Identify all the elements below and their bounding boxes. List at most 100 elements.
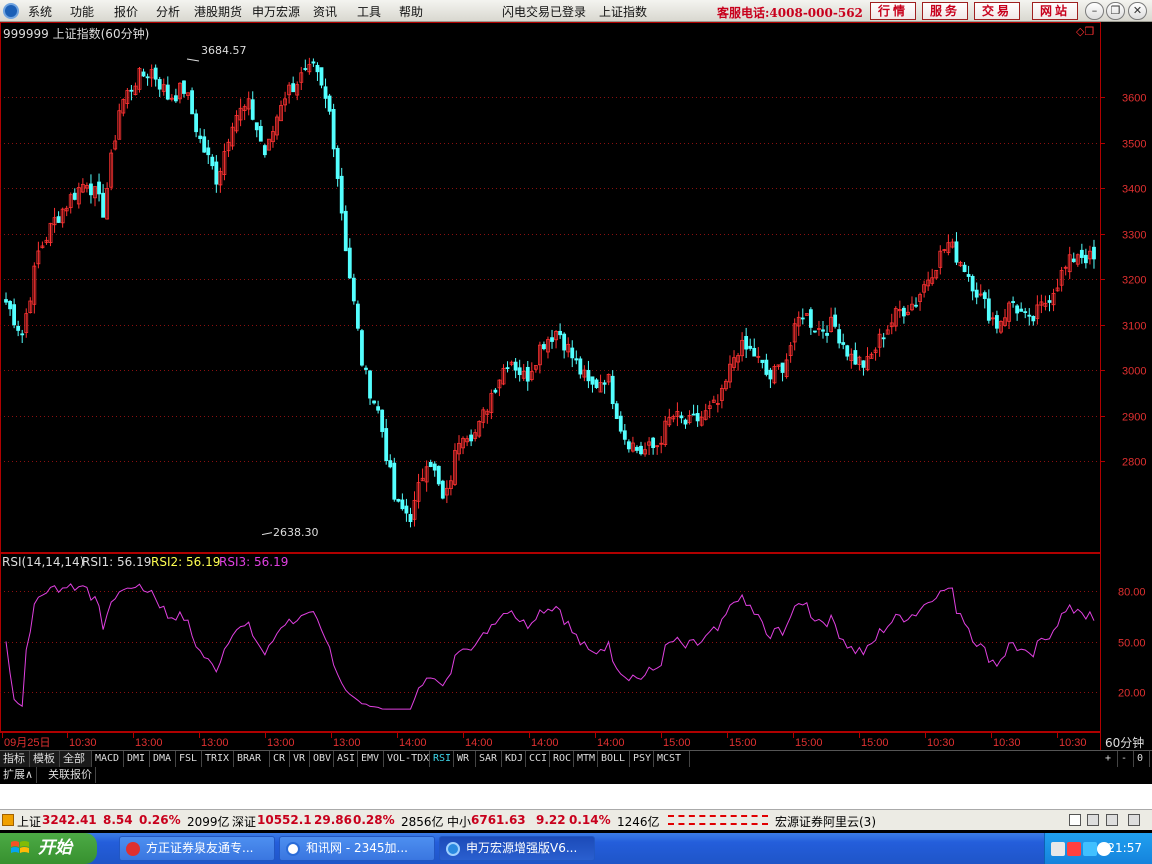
indicator-tab-cci[interactable]: CCI <box>526 751 550 767</box>
menu-shenwan[interactable]: 申万宏源 <box>252 3 300 20</box>
indicator-tab-trix[interactable]: TRIX <box>202 751 234 767</box>
task-hexun[interactable]: 和讯网 - 2345加... <box>279 836 435 861</box>
tray-app-icon[interactable] <box>1051 842 1065 856</box>
nav-market-button[interactable]: 行情 <box>870 2 916 20</box>
restore-button[interactable]: ❐ <box>1106 2 1125 20</box>
time-axis-label: 10:30 <box>993 737 1021 749</box>
indicator-tab-brar[interactable]: BRAR <box>234 751 270 767</box>
indicator-tab-mtm[interactable]: MTM <box>574 751 598 767</box>
close-button[interactable]: ✕ <box>1128 2 1147 20</box>
low-price-label: 2638.30 <box>273 526 319 539</box>
broker-server[interactable]: 宏源证券阿里云(3) <box>775 813 876 830</box>
pager-button-2[interactable]: 0 <box>1134 751 1150 767</box>
candle-body <box>315 64 320 73</box>
nav-trade-button[interactable]: 交易 <box>974 2 1020 20</box>
sound-icon[interactable] <box>1128 814 1140 826</box>
rsi-line <box>5 583 1095 710</box>
settings-icon[interactable] <box>1087 814 1099 826</box>
candle-body <box>206 147 211 156</box>
start-button[interactable]: 开始 <box>0 833 97 864</box>
time-axis-label: 15:00 <box>663 737 691 749</box>
smb-index-pct: 0.14% <box>569 813 611 827</box>
indicator-tab-模板[interactable]: 模板 <box>30 751 60 767</box>
menu-tools[interactable]: 工具 <box>357 3 381 20</box>
indicator-tab-psy[interactable]: PSY <box>630 751 654 767</box>
tray-network-icon[interactable] <box>1083 842 1097 856</box>
candle-body <box>570 347 575 359</box>
expand-toggle[interactable]: 扩展∧ <box>0 767 38 783</box>
chart-area[interactable]: 3600 3500 3400 3300 3200 3100 3000 2900 2800 80.0… <box>0 22 1152 750</box>
menu-system[interactable]: 系统 <box>28 3 52 20</box>
candle-body <box>995 315 999 329</box>
candle-body <box>962 264 967 273</box>
indicator-tab-dma[interactable]: DMA <box>150 751 176 767</box>
task-label: 申万宏源增强版V6... <box>466 841 578 855</box>
rsi-axis-label: 80.00 <box>1118 587 1146 599</box>
kline-chart[interactable]: 3600 3500 3400 3300 3200 3100 3000 2900 2800 80.0… <box>0 22 1152 750</box>
candle-body <box>351 277 356 302</box>
candle-body <box>833 314 838 327</box>
pager-button-0[interactable]: + <box>1102 751 1118 767</box>
smb-index-name[interactable]: 中小 <box>447 813 471 830</box>
candle-body <box>841 342 846 345</box>
candle-body <box>1027 314 1032 317</box>
task-fangzheng[interactable]: 方正证券泉友通专... <box>119 836 275 861</box>
candle-body <box>764 359 769 375</box>
menu-hk-futures[interactable]: 港股期货 <box>194 3 242 20</box>
indicator-tab-rsi[interactable]: RSI <box>430 751 454 767</box>
market-breadth-indicator <box>668 815 768 825</box>
start-label: 开始 <box>38 838 72 858</box>
layout-icon[interactable] <box>1069 814 1081 826</box>
indicator-tab-roc[interactable]: ROC <box>550 751 574 767</box>
candle-body <box>861 360 866 368</box>
menu-help[interactable]: 帮助 <box>399 3 423 20</box>
tray-input-icon[interactable] <box>1067 842 1081 856</box>
candle-body <box>392 462 397 500</box>
indicator-tab-macd[interactable]: MACD <box>92 751 124 767</box>
candle-body <box>404 505 409 514</box>
smb-index-price: 6761.63 <box>471 813 526 827</box>
candle-body <box>1023 311 1028 314</box>
indicator-tab-mcst[interactable]: MCST <box>654 751 690 767</box>
menu-analysis[interactable]: 分析 <box>156 3 180 20</box>
lock-icon[interactable] <box>1106 814 1118 826</box>
candle-body <box>16 325 21 331</box>
indicator-tab-kdj[interactable]: KDJ <box>502 751 526 767</box>
task-shenwan[interactable]: 申万宏源增强版V6... <box>439 836 595 861</box>
indicator-tab-全部[interactable]: 全部 <box>60 751 92 767</box>
indicator-tab-vol-tdx[interactable]: VOL-TDX <box>384 751 430 767</box>
quote-bar-icon[interactable] <box>2 814 14 826</box>
chart-resize-icon[interactable]: ◇❐ <box>1076 25 1094 38</box>
app-logo-icon[interactable] <box>3 3 19 19</box>
indicator-tab-wr[interactable]: WR <box>454 751 476 767</box>
indicator-tab-dmi[interactable]: DMI <box>124 751 150 767</box>
indicator-tab-cr[interactable]: CR <box>270 751 290 767</box>
sz-index-name[interactable]: 深证 <box>232 813 256 830</box>
indicator-tab-vr[interactable]: VR <box>290 751 310 767</box>
indicator-tab-emv[interactable]: EMV <box>358 751 384 767</box>
indicator-tab-sar[interactable]: SAR <box>476 751 502 767</box>
pager-button-1[interactable]: - <box>1118 751 1134 767</box>
time-axis-label: 13:00 <box>267 737 295 749</box>
indicator-tab-asi[interactable]: ASI <box>334 751 358 767</box>
minimize-button[interactable]: – <box>1085 2 1104 20</box>
indicator-tab-fsl[interactable]: FSL <box>176 751 202 767</box>
price-axis-label: 3200 <box>1122 275 1146 287</box>
indicator-tab-obv[interactable]: OBV <box>310 751 334 767</box>
menu-quote[interactable]: 报价 <box>114 3 138 20</box>
indicator-tab-boll[interactable]: BOLL <box>598 751 630 767</box>
candle-body <box>190 90 194 115</box>
related-quotes-tab[interactable]: 关联报价 <box>45 767 96 783</box>
sh-index-name[interactable]: 上证 <box>17 813 41 830</box>
time-axis-label: 14:00 <box>465 737 493 749</box>
menu-function[interactable]: 功能 <box>70 3 94 20</box>
sh-index-pct: 0.26% <box>139 813 181 827</box>
indicator-tab-指标[interactable]: 指标 <box>0 751 30 767</box>
candle-body <box>8 300 12 310</box>
nav-website-button[interactable]: 网站 <box>1032 2 1078 20</box>
menu-news[interactable]: 资讯 <box>313 3 337 20</box>
rsi-name: RSI(14,14,14) <box>2 555 85 569</box>
period-label[interactable]: 60分钟 <box>1105 734 1144 751</box>
nav-service-button[interactable]: 服务 <box>922 2 968 20</box>
sz-index-pct: 0.28% <box>353 813 395 827</box>
